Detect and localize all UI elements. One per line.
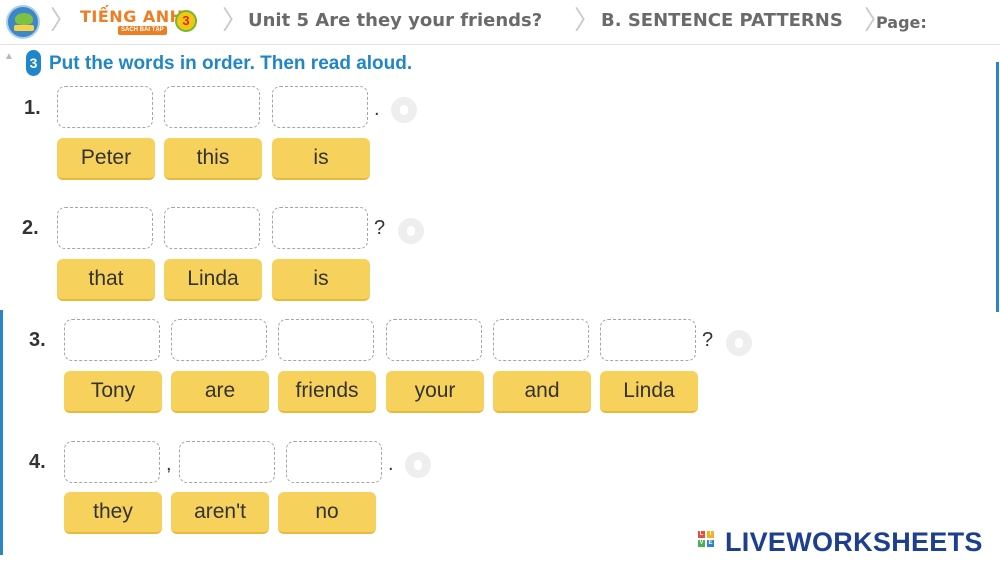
sentence-punctuation: . [374, 98, 380, 120]
answer-slot[interactable] [286, 441, 382, 483]
word-chip[interactable]: is [272, 138, 370, 180]
answer-slot[interactable] [164, 86, 260, 128]
answer-slot[interactable] [600, 319, 696, 361]
word-chip[interactable]: Tony [64, 371, 162, 413]
word-chip[interactable]: and [493, 371, 591, 413]
word-chip[interactable]: no [278, 492, 376, 534]
breadcrumb-page[interactable]: Page: [876, 13, 927, 32]
sentence-punctuation: ? [374, 217, 386, 239]
logo-wordmark: LIVEWORKSHEETS [725, 527, 983, 557]
answer-slot[interactable] [386, 319, 482, 361]
sentence-comma: , [166, 453, 172, 475]
question-number: 4. [29, 451, 46, 473]
book-brand-logo[interactable]: TIẾNG ANH SÁCH BÀI TẬP 3 [80, 7, 205, 39]
word-chip[interactable]: Peter [57, 138, 155, 180]
word-chip[interactable]: aren't [171, 492, 269, 534]
breadcrumb-separator-icon: 〉 [574, 6, 601, 36]
brand-grade-badge: 3 [175, 10, 197, 32]
word-chip[interactable]: this [164, 138, 262, 180]
audio-play-icon[interactable] [391, 97, 417, 123]
answer-slot[interactable] [278, 319, 374, 361]
exercise-number-badge: 3 [26, 50, 41, 76]
word-chip[interactable]: they [64, 492, 162, 534]
word-chip[interactable]: Linda [600, 371, 698, 413]
sentence-punctuation: . [388, 453, 394, 475]
word-chip[interactable]: friends [278, 371, 376, 413]
brand-title: TIẾNG ANH [80, 7, 184, 26]
audio-play-icon[interactable] [398, 218, 424, 244]
answer-slot[interactable] [493, 319, 589, 361]
exercise-instruction: Put the words in order. Then read aloud. [49, 53, 413, 74]
question-number: 3. [29, 329, 46, 351]
breadcrumb-unit[interactable]: Unit 5 Are they your friends? [248, 11, 542, 31]
sentence-punctuation: ? [702, 329, 714, 351]
app-logo-icon[interactable] [6, 5, 40, 39]
answer-slot[interactable] [272, 207, 368, 249]
page-edge-bar [0, 310, 3, 555]
question-number: 2. [22, 217, 39, 239]
logo-square-e: E [707, 540, 714, 547]
answer-slot[interactable] [57, 86, 153, 128]
word-chip[interactable]: Linda [164, 259, 262, 301]
answer-slot[interactable] [272, 86, 368, 128]
audio-play-icon[interactable] [726, 330, 752, 356]
breadcrumb-separator-icon: 〉 [222, 6, 249, 36]
answer-slot[interactable] [64, 441, 160, 483]
word-chip[interactable]: that [57, 259, 155, 301]
logo-square-i: I [707, 531, 714, 538]
brand-subtitle: SÁCH BÀI TẬP [118, 26, 167, 35]
breadcrumb-section[interactable]: B. SENTENCE PATTERNS [601, 11, 843, 31]
question-number: 1. [24, 97, 41, 119]
scroll-up-icon[interactable]: ▲ [4, 51, 14, 62]
answer-slot[interactable] [171, 319, 267, 361]
top-bar: 〉 TIẾNG ANH SÁCH BÀI TẬP 3 〉 Unit 5 Are … [0, 0, 1000, 45]
breadcrumb-separator-icon: 〉 [50, 6, 77, 36]
word-chip[interactable]: are [171, 371, 269, 413]
answer-slot[interactable] [57, 207, 153, 249]
word-chip[interactable]: your [386, 371, 484, 413]
answer-slot[interactable] [64, 319, 160, 361]
audio-play-icon[interactable] [405, 452, 431, 478]
word-chip[interactable]: is [272, 259, 370, 301]
logo-square-v: V [698, 540, 705, 547]
answer-slot[interactable] [164, 207, 260, 249]
answer-slot[interactable] [179, 441, 275, 483]
logo-square-l: L [698, 531, 705, 538]
scrollbar[interactable] [996, 62, 999, 312]
